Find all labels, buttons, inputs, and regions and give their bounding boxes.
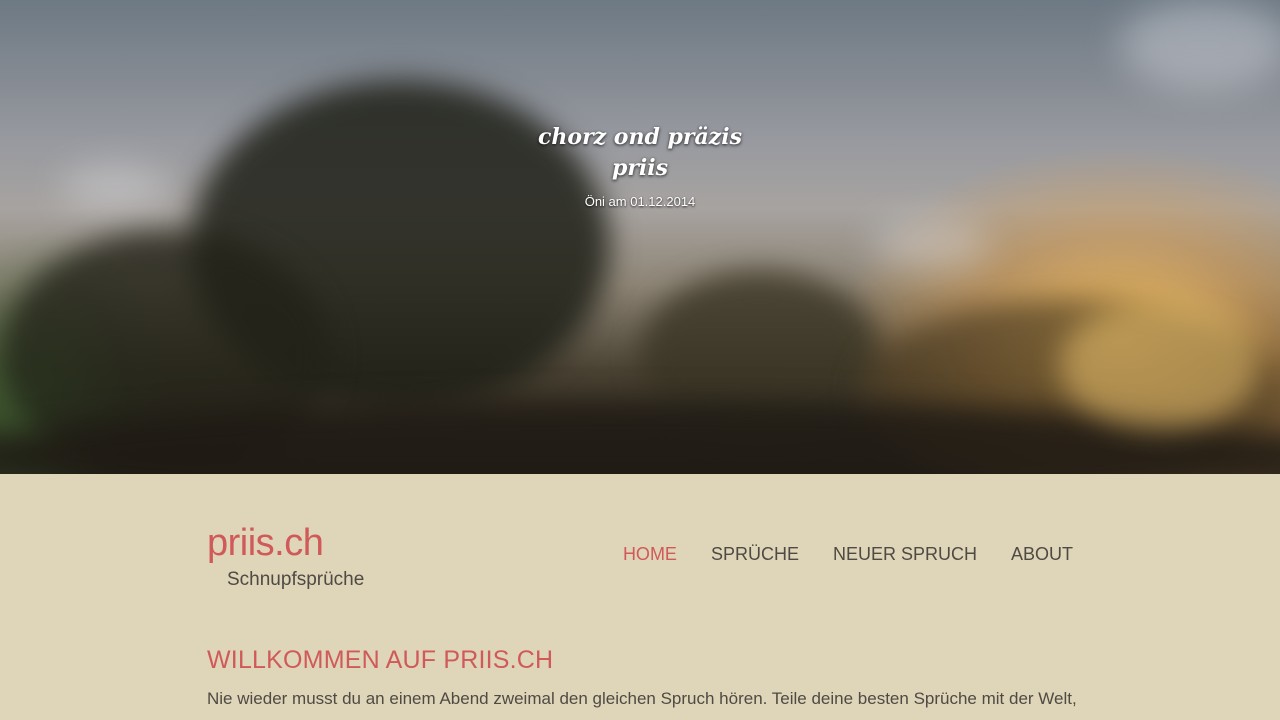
page-title: WILLKOMMEN AUF PRIIS.CH [207, 646, 554, 674]
hero-banner: chorz ond präzis priis Öni am 01.12.2014 [0, 0, 1280, 474]
site-logo-text[interactable]: priis.ch [207, 522, 324, 565]
hero-cloud [1120, 0, 1280, 90]
hero-cloud [870, 220, 990, 270]
nav-item-about[interactable]: ABOUT [1011, 544, 1073, 565]
site-tagline: Schnupfsprüche [227, 569, 365, 590]
hero-sun-glare [1060, 300, 1260, 430]
nav-item-home[interactable]: HOME [623, 544, 677, 565]
hero-meta: Öni am 01.12.2014 [584, 194, 696, 209]
intro-paragraph: Nie wieder musst du an einem Abend zweim… [207, 689, 1077, 708]
hero-title[interactable]: chorz ond präzis priis [530, 122, 750, 184]
nav-item-neuer-spruch[interactable]: NEUER SPRUCH [833, 544, 977, 565]
main-nav: HOME SPRÜCHE NEUER SPRUCH ABOUT [623, 544, 1073, 565]
main-content: WILLKOMMEN AUF PRIIS.CH Nie wieder musst… [207, 646, 1107, 709]
site-header: priis.ch Schnupfsprüche HOME SPRÜCHE NEU… [207, 522, 1073, 602]
hero-text: chorz ond präzis priis Öni am 01.12.2014 [0, 122, 1280, 209]
nav-item-sprueche[interactable]: SPRÜCHE [711, 544, 799, 565]
